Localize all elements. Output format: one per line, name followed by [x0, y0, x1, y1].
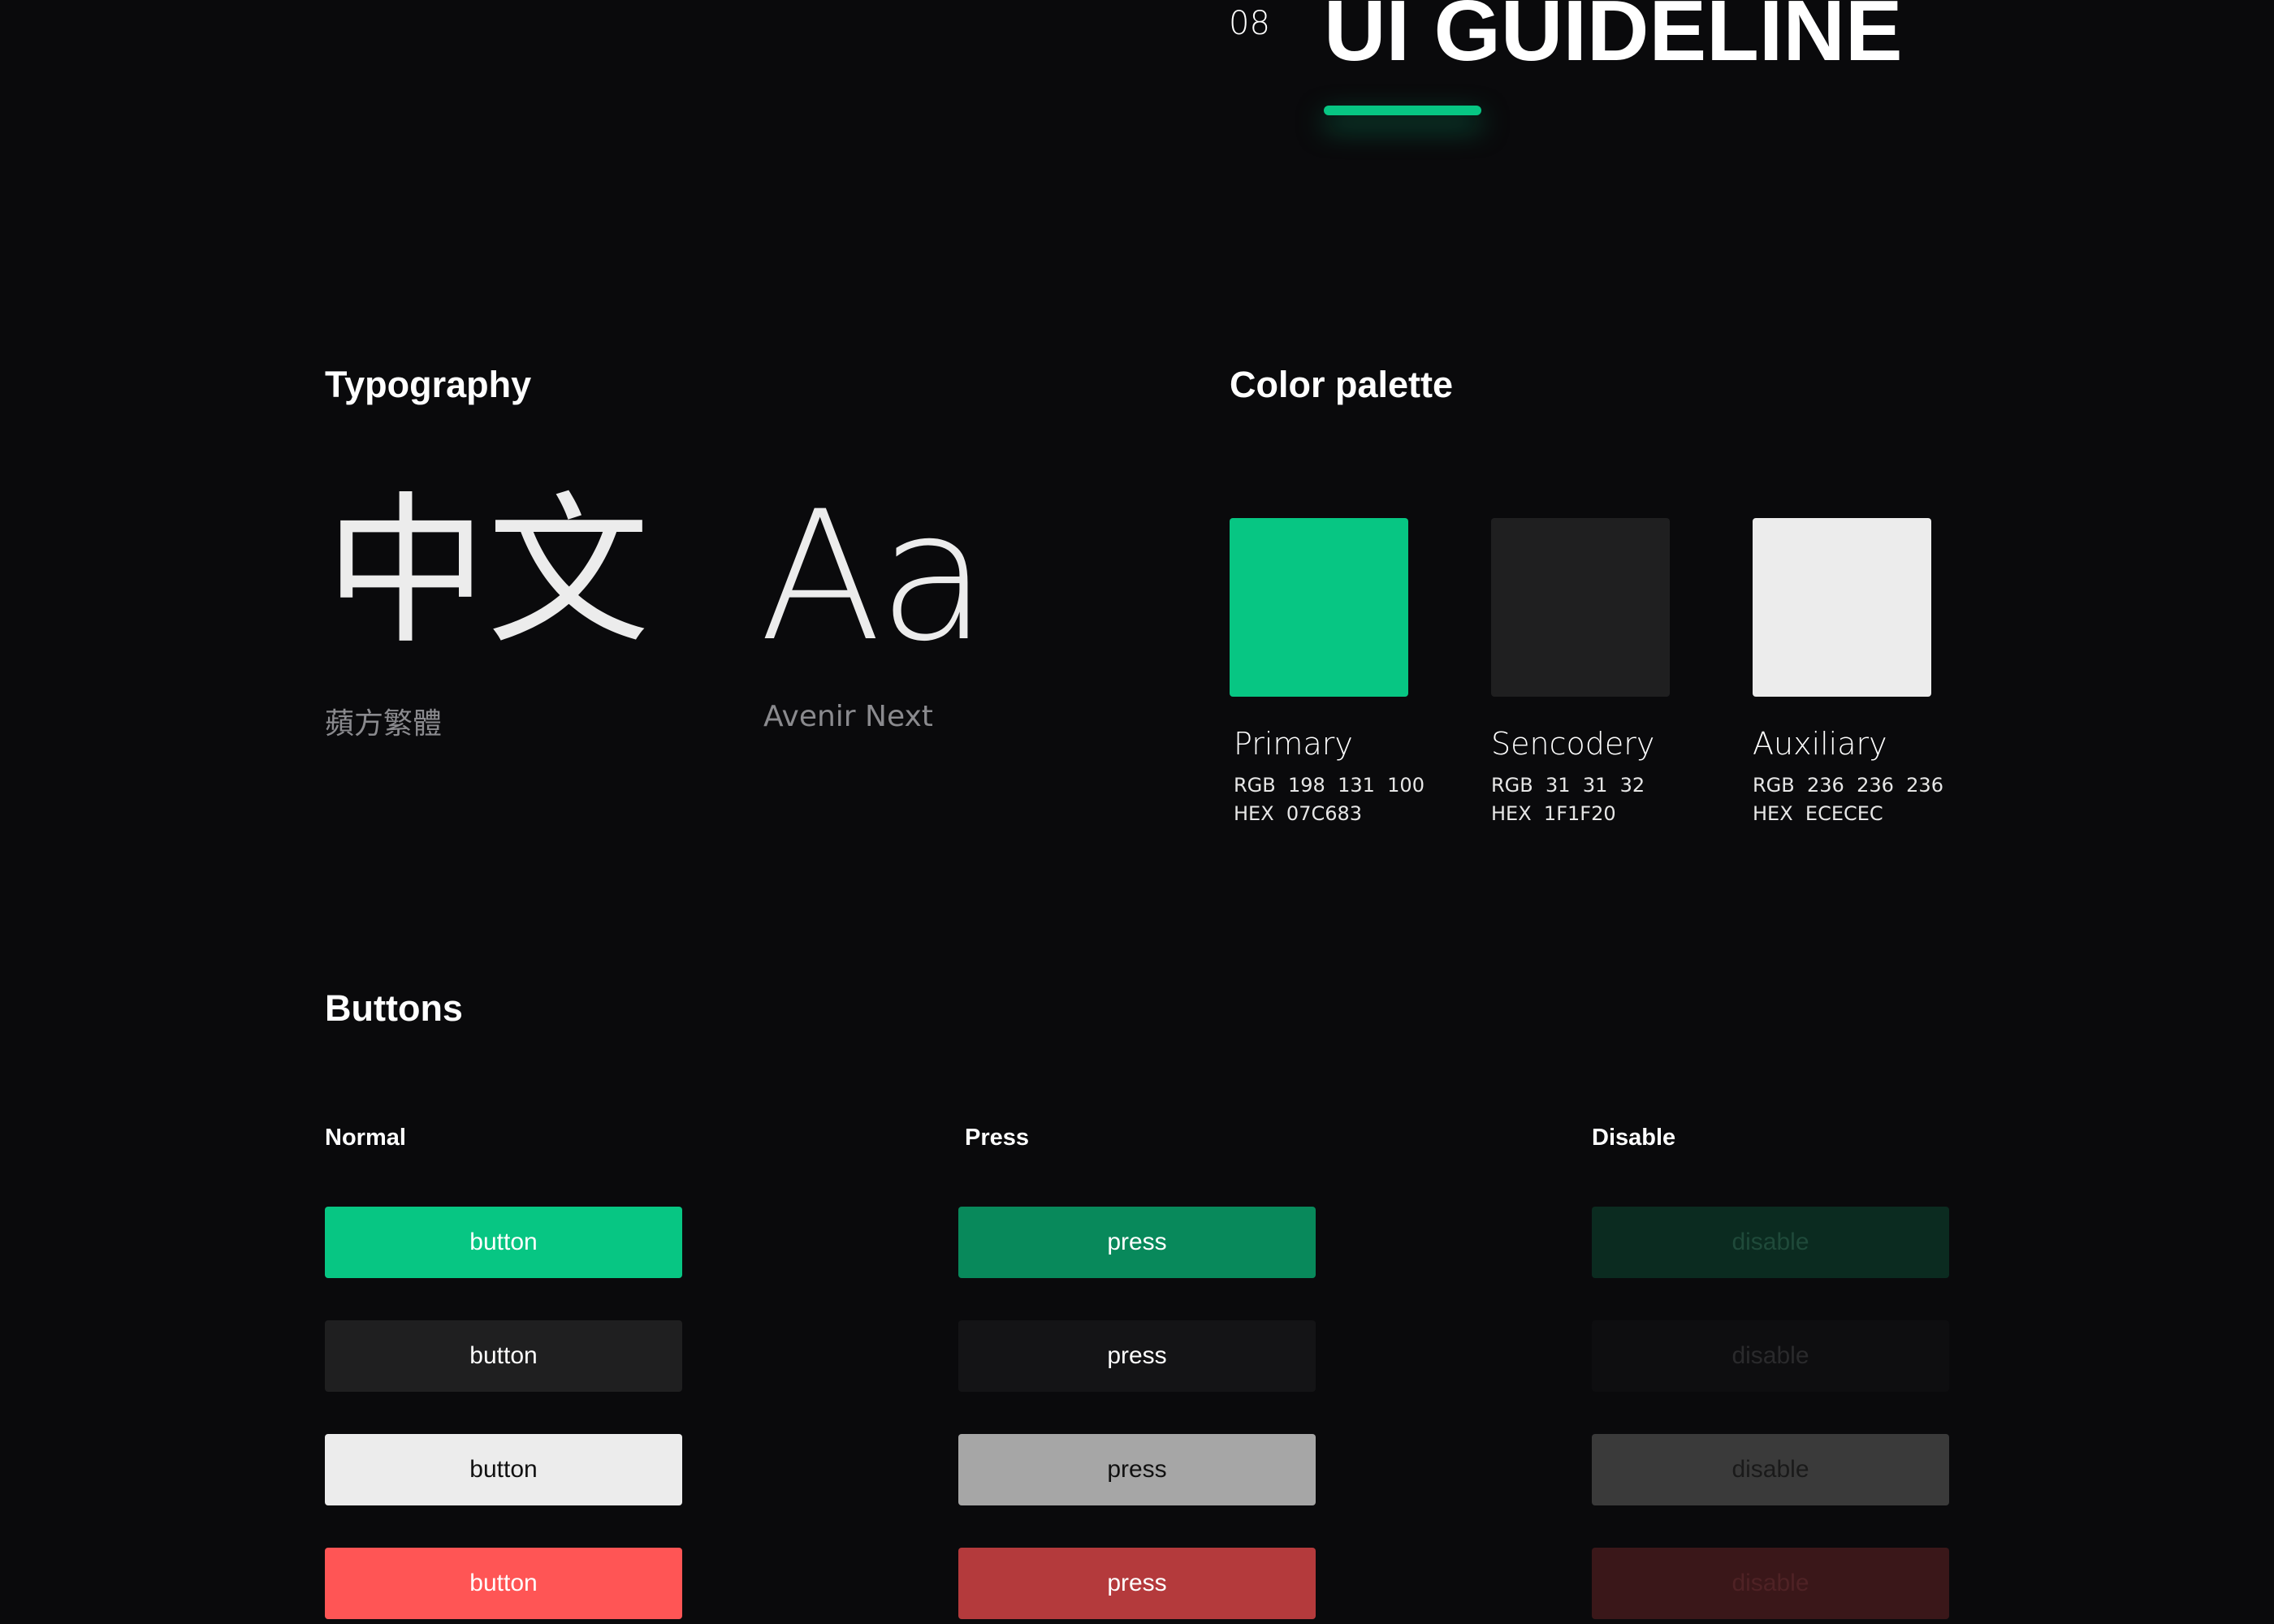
- disable-auxiliary-button: disable: [1592, 1434, 1949, 1505]
- press-state-label: Press: [965, 1125, 1030, 1151]
- secondary-rgb-line: RGB 31 31 32: [1491, 775, 1645, 795]
- primary-color-name: Primary: [1234, 726, 1353, 762]
- auxiliary-hex-line: HEX ECECEC: [1753, 804, 1883, 823]
- rgb-value: 198 131 100: [1288, 774, 1424, 797]
- section-number: 08: [1229, 5, 1270, 42]
- rgb-label: RGB: [1753, 774, 1795, 797]
- hex-value: ECECEC: [1805, 802, 1883, 825]
- page-title: UI GUIDELINE: [1324, 0, 1903, 79]
- primary-color-swatch: [1230, 518, 1408, 697]
- normal-auxiliary-button[interactable]: button: [325, 1434, 682, 1505]
- hex-label: HEX: [1491, 802, 1532, 825]
- typography-heading: Typography: [325, 364, 532, 405]
- disable-danger-button: disable: [1592, 1548, 1949, 1619]
- hex-label: HEX: [1753, 802, 1793, 825]
- normal-primary-button[interactable]: button: [325, 1207, 682, 1278]
- secondary-color-name: Sencodery: [1491, 726, 1655, 762]
- latin-font-name: Avenir Next: [763, 700, 933, 733]
- auxiliary-rgb-line: RGB 236 236 236: [1753, 775, 1943, 795]
- hex-label: HEX: [1234, 802, 1274, 825]
- auxiliary-color-name: Auxiliary: [1753, 726, 1887, 762]
- color-palette-heading: Color palette: [1230, 364, 1454, 405]
- disable-state-label: Disable: [1592, 1125, 1676, 1151]
- secondary-hex-line: HEX 1F1F20: [1491, 804, 1616, 823]
- press-danger-button[interactable]: press: [958, 1548, 1316, 1619]
- buttons-heading: Buttons: [325, 987, 463, 1029]
- rgb-value: 236 236 236: [1807, 774, 1943, 797]
- title-underline: [1324, 106, 1481, 115]
- press-secondary-button[interactable]: press: [958, 1320, 1316, 1392]
- hex-value: 1F1F20: [1543, 802, 1616, 825]
- press-primary-button[interactable]: press: [958, 1207, 1316, 1278]
- rgb-value: 31 31 32: [1546, 774, 1645, 797]
- chinese-font-name: 蘋方繁體: [325, 707, 443, 741]
- rgb-label: RGB: [1491, 774, 1533, 797]
- normal-danger-button[interactable]: button: [325, 1548, 682, 1619]
- secondary-color-swatch: [1491, 518, 1670, 697]
- press-auxiliary-button[interactable]: press: [958, 1434, 1316, 1505]
- auxiliary-color-swatch: [1753, 518, 1931, 697]
- primary-hex-line: HEX 07C683: [1234, 804, 1362, 823]
- hex-value: 07C683: [1286, 802, 1363, 825]
- latin-glyph-sample: Aa: [759, 473, 988, 680]
- chinese-glyph-sample: 中文: [325, 477, 651, 667]
- primary-rgb-line: RGB 198 131 100: [1234, 775, 1424, 795]
- rgb-label: RGB: [1234, 774, 1276, 797]
- disable-primary-button: disable: [1592, 1207, 1949, 1278]
- disable-secondary-button: disable: [1592, 1320, 1949, 1392]
- normal-state-label: Normal: [325, 1125, 406, 1151]
- normal-secondary-button[interactable]: button: [325, 1320, 682, 1392]
